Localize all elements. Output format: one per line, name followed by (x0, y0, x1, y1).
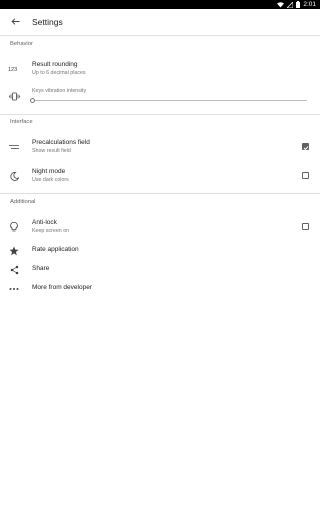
more-dots-icon (7, 282, 21, 296)
moon-icon (7, 169, 21, 183)
more-from-developer-title: More from developer (32, 284, 92, 291)
rate-application-title: Rate application (32, 246, 79, 253)
result-rounding-subtitle: Up to 6 decimal places (32, 70, 86, 76)
night-mode-checkbox[interactable] (302, 172, 309, 179)
back-button[interactable] (3, 10, 27, 34)
precalculations-checkbox[interactable] (302, 143, 309, 150)
anti-lock-checkbox[interactable] (302, 223, 309, 230)
share-icon (7, 263, 21, 277)
night-mode-title: Night mode (32, 168, 66, 175)
setting-more-from-developer[interactable]: More from developer (0, 281, 320, 297)
setting-rate-application[interactable]: Rate application (0, 243, 320, 259)
divider (0, 193, 320, 194)
status-bar: 2:01 (0, 0, 320, 9)
night-mode-subtitle: Use dark colors (32, 177, 69, 183)
precalculations-title: Precalculations field (32, 139, 90, 146)
app-bar: Settings (0, 9, 320, 36)
anti-lock-title: Anti-lock (32, 219, 57, 226)
section-header-interface: Interface (10, 119, 33, 125)
precalculations-subtitle: Show result field (32, 148, 71, 154)
setting-anti-lock[interactable]: Anti-lock Keep screen on (0, 217, 320, 239)
vibration-slider-track[interactable] (32, 100, 307, 101)
wifi-icon (277, 1, 285, 8)
vibration-icon (7, 89, 21, 103)
battery-icon (296, 1, 301, 8)
share-title: Share (32, 265, 50, 272)
star-icon (7, 244, 21, 258)
123-icon: 123 (7, 62, 21, 76)
short-text-icon (7, 140, 21, 154)
page-title: Settings (32, 17, 63, 27)
section-header-behavior: Behavior (10, 41, 33, 47)
svg-text:123: 123 (8, 67, 17, 73)
check-icon (303, 138, 309, 156)
status-time: 2:01 (303, 1, 316, 8)
vibration-slider-thumb[interactable] (30, 98, 35, 103)
no-signal-icon (287, 1, 294, 8)
setting-night-mode[interactable]: Night mode Use dark colors (0, 165, 320, 189)
lightbulb-icon (7, 220, 21, 234)
section-header-additional: Additional (10, 199, 36, 205)
arrow-back-icon (10, 13, 20, 31)
result-rounding-title: Result rounding (32, 61, 78, 68)
setting-precalculations[interactable]: Precalculations field Show result field (0, 136, 320, 160)
divider (0, 114, 320, 115)
setting-share[interactable]: Share (0, 262, 320, 278)
anti-lock-subtitle: Keep screen on (32, 228, 70, 234)
setting-result-rounding[interactable]: 123 Result rounding Up to 6 decimal plac… (0, 58, 320, 82)
setting-vibration-intensity: Keys vibration intensity (0, 86, 320, 106)
vibration-label: Keys vibration intensity (32, 88, 87, 94)
